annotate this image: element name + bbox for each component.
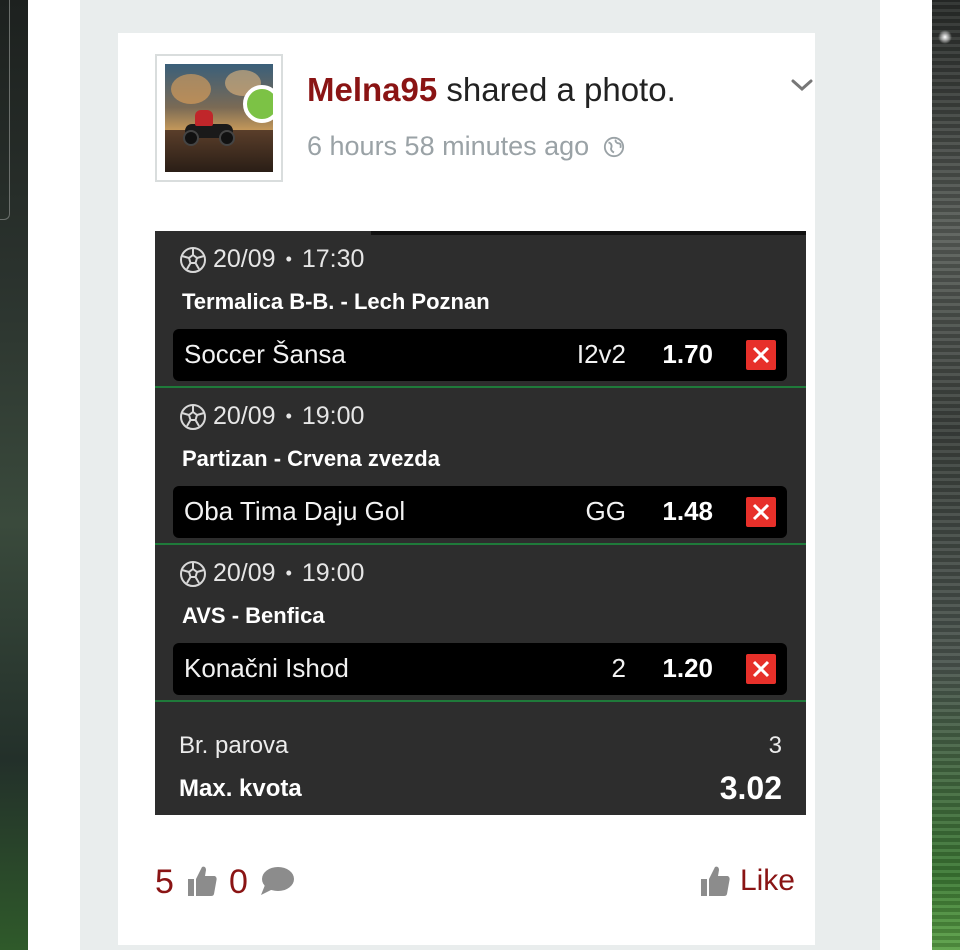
match-entry: 20/09 • 17:30 Termalica B-B. - Lech Pozn… xyxy=(155,231,806,388)
chevron-down-icon[interactable] xyxy=(790,77,814,93)
soccer-ball-icon xyxy=(180,560,206,587)
match-time: 17:30 xyxy=(301,245,365,273)
background-right xyxy=(932,0,960,950)
bet-slip-photo[interactable]: 20/09 • 17:30 Termalica B-B. - Lech Pozn… xyxy=(155,231,806,815)
post-headline: Melna95 shared a photo. xyxy=(307,71,676,109)
slip-summary: Br. parova 3 Max. kvota 3.02 xyxy=(155,702,806,815)
globe-icon xyxy=(604,136,625,157)
stadium-light xyxy=(938,30,952,44)
username-link[interactable]: Melna95 xyxy=(307,71,437,108)
match-entry: 20/09 • 19:00 AVS - Benfica Konačni Isho… xyxy=(155,545,806,702)
bet-market: Oba Tima Daju Gol xyxy=(184,496,406,526)
bet-odd: 1.70 xyxy=(662,339,713,369)
bet-market: Konačni Ishod xyxy=(184,653,349,683)
match-time: 19:00 xyxy=(301,559,365,587)
datetime-separator: • xyxy=(285,563,292,583)
likes-count[interactable]: 5 xyxy=(155,863,174,902)
close-icon xyxy=(746,654,776,684)
online-status-dot xyxy=(243,85,273,123)
match-entry: 20/09 • 19:00 Partizan - Crvena zvezda O… xyxy=(155,388,806,545)
page: Melna95 shared a photo. 6 hours 58 minut… xyxy=(28,0,932,950)
comments-count[interactable]: 0 xyxy=(229,863,248,902)
bet-odd: 1.20 xyxy=(662,653,713,683)
bet-selection: Oba Tima Daju Gol GG 1.48 xyxy=(173,486,787,538)
match-date: 20/09 xyxy=(213,402,276,430)
match-teams: AVS - Benfica xyxy=(182,603,325,628)
post-timestamp: 6 hours 58 minutes ago xyxy=(307,131,625,162)
max-odd-value: 3.02 xyxy=(719,770,782,806)
background-left xyxy=(0,0,28,950)
thumbs-up-icon xyxy=(700,866,730,896)
match-datetime: 20/09 • 17:30 xyxy=(179,245,364,274)
post-card: Melna95 shared a photo. 6 hours 58 minut… xyxy=(118,33,815,945)
like-label: Like xyxy=(739,864,795,897)
bet-pick: I2v2 xyxy=(576,339,626,369)
match-time: 19:00 xyxy=(301,402,365,430)
match-datetime: 20/09 • 19:00 xyxy=(179,559,364,588)
pairs-label: Br. parova xyxy=(179,732,289,759)
background-edge xyxy=(0,0,10,220)
avatar[interactable] xyxy=(155,54,283,182)
post-action-text: shared a photo. xyxy=(437,71,676,108)
avatar-image xyxy=(165,64,273,172)
feed-column: Melna95 shared a photo. 6 hours 58 minut… xyxy=(80,0,880,950)
max-odd-label: Max. kvota xyxy=(179,775,302,802)
close-icon xyxy=(746,497,776,527)
bet-selection: Soccer Šansa I2v2 1.70 xyxy=(173,329,787,381)
soccer-ball-icon xyxy=(180,403,206,430)
thumbs-up-icon xyxy=(188,866,217,896)
match-teams: Termalica B-B. - Lech Poznan xyxy=(182,289,490,314)
datetime-separator: • xyxy=(285,249,292,269)
like-button[interactable]: Like xyxy=(698,863,795,899)
post-footer: 5 0 Like xyxy=(155,859,795,907)
bet-market: Soccer Šansa xyxy=(184,339,346,369)
bet-pick: GG xyxy=(585,496,626,526)
soccer-ball-icon xyxy=(180,246,206,273)
bet-odd: 1.48 xyxy=(662,496,713,526)
match-teams: Partizan - Crvena zvezda xyxy=(182,446,440,471)
match-date: 20/09 xyxy=(213,559,276,587)
datetime-separator: • xyxy=(285,406,292,426)
comment-bubble-icon xyxy=(261,867,294,895)
match-date: 20/09 xyxy=(213,245,276,273)
close-icon xyxy=(746,340,776,370)
bet-selection: Konačni Ishod 2 1.20 xyxy=(173,643,787,695)
pairs-value: 3 xyxy=(768,732,782,759)
match-datetime: 20/09 • 19:00 xyxy=(179,402,364,431)
bet-pick: 2 xyxy=(611,653,626,683)
time-ago-link[interactable]: 6 hours 58 minutes ago xyxy=(307,131,589,162)
